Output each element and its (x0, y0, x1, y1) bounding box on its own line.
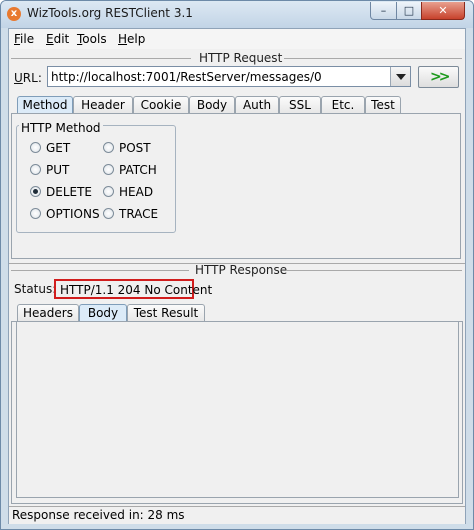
close-button[interactable]: ✕ (421, 2, 465, 20)
response-body-area[interactable] (16, 321, 459, 498)
app-window: x WizTools.org RESTClient 3.1 – □ ✕ File… (0, 0, 474, 530)
menu-edit[interactable]: Edit (46, 32, 69, 46)
status-label: Status: (14, 282, 57, 296)
radio-button-icon (103, 208, 114, 219)
menu-help[interactable]: Help (118, 32, 145, 46)
http-method-group-title: HTTP Method (19, 121, 103, 135)
radio-button-icon (30, 208, 41, 219)
menu-bar: File Edit Tools Help (9, 29, 465, 49)
url-label: URL: (14, 71, 42, 85)
radio-button-selected-icon (30, 186, 41, 197)
status-bar: Response received in: 28 ms (9, 506, 465, 524)
radio-button-icon (103, 142, 114, 153)
url-dropdown-arrow-icon[interactable] (390, 67, 410, 86)
status-value-box: HTTP/1.1 204 No Content (54, 279, 212, 299)
title-bar[interactable]: x WizTools.org RESTClient 3.1 – □ ✕ (1, 1, 473, 28)
radio-button-icon (30, 142, 41, 153)
send-request-button[interactable]: >> (418, 66, 459, 88)
request-section-title: HTTP Request (199, 51, 283, 65)
response-section-title: HTTP Response (195, 263, 288, 277)
url-input[interactable]: http://localhost:7001/RestServer/message… (51, 70, 322, 84)
tab-auth[interactable]: Auth (235, 96, 279, 114)
request-separator-right (284, 58, 462, 59)
client-area: File Edit Tools Help HTTP Request URL: h… (8, 28, 466, 524)
radio-button-icon (30, 164, 41, 175)
minimize-button[interactable]: – (370, 2, 397, 20)
double-arrow-icon: >> (430, 69, 451, 85)
response-separator-left (11, 270, 189, 271)
app-icon: x (7, 7, 21, 21)
menu-tools[interactable]: Tools (77, 32, 107, 46)
radio-button-icon (103, 186, 114, 197)
tab-test-result[interactable]: Test Result (127, 304, 205, 322)
status-value: HTTP/1.1 204 No Content (60, 283, 213, 297)
radio-button-icon (103, 164, 114, 175)
tab-header[interactable]: Header (73, 96, 133, 114)
tab-body[interactable]: Body (189, 96, 235, 114)
tab-cookie[interactable]: Cookie (133, 96, 189, 114)
tab-test[interactable]: Test (365, 96, 401, 114)
tab-etc[interactable]: Etc. (321, 96, 365, 114)
tab-ssl[interactable]: SSL (279, 96, 321, 114)
request-separator-left (11, 58, 191, 59)
window-title: WizTools.org RESTClient 3.1 (27, 6, 193, 20)
menu-file[interactable]: File (14, 32, 34, 46)
status-bar-text: Response received in: 28 ms (12, 508, 185, 522)
tab-headers[interactable]: Headers (17, 304, 79, 322)
url-combobox[interactable]: http://localhost:7001/RestServer/message… (47, 66, 411, 87)
tab-response-body[interactable]: Body (79, 304, 127, 322)
tab-method[interactable]: Method (17, 96, 73, 114)
response-separator-right (286, 270, 462, 271)
maximize-button[interactable]: □ (396, 2, 422, 20)
